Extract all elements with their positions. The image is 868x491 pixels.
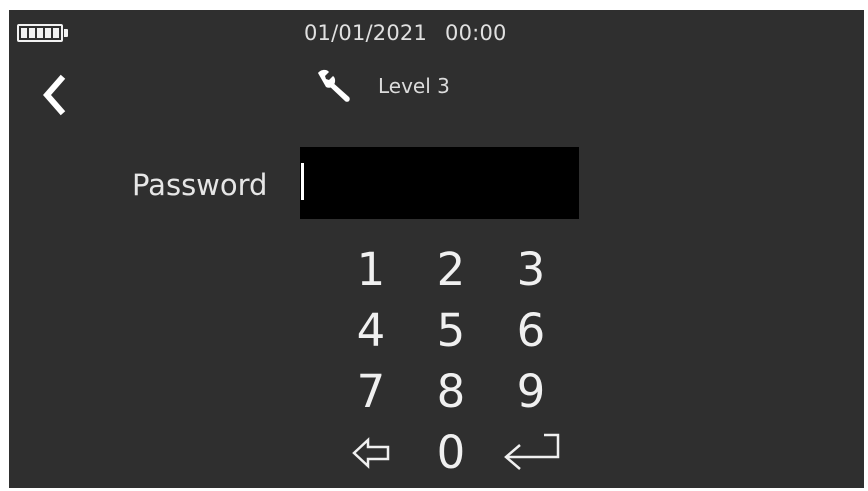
password-field[interactable] bbox=[300, 147, 579, 219]
password-label: Password bbox=[132, 168, 268, 202]
back-button[interactable] bbox=[39, 73, 69, 117]
enter-button[interactable] bbox=[491, 422, 571, 483]
date-time: 01/01/2021 00:00 bbox=[304, 21, 507, 45]
level-label: Level 3 bbox=[378, 74, 450, 98]
key-6[interactable]: 6 bbox=[491, 300, 571, 361]
key-9[interactable]: 9 bbox=[491, 361, 571, 422]
date-text: 01/01/2021 bbox=[304, 21, 428, 45]
key-5[interactable]: 5 bbox=[411, 300, 491, 361]
key-2[interactable]: 2 bbox=[411, 239, 491, 300]
key-7[interactable]: 7 bbox=[331, 361, 411, 422]
screen: 01/01/2021 00:00 Level 3 Password 1 2 3 4… bbox=[9, 10, 864, 488]
backspace-button[interactable] bbox=[331, 422, 411, 483]
chevron-left-icon bbox=[43, 74, 66, 116]
wrench-icon bbox=[318, 69, 350, 102]
time-text: 00:00 bbox=[445, 21, 507, 45]
key-4[interactable]: 4 bbox=[331, 300, 411, 361]
access-level: Level 3 bbox=[314, 68, 450, 104]
key-1[interactable]: 1 bbox=[331, 239, 411, 300]
backspace-arrow-icon bbox=[352, 436, 390, 469]
enter-return-icon bbox=[504, 433, 560, 470]
key-0[interactable]: 0 bbox=[411, 422, 491, 483]
numeric-keypad: 1 2 3 4 5 6 7 8 9 0 bbox=[331, 239, 571, 483]
text-caret bbox=[301, 163, 304, 200]
key-8[interactable]: 8 bbox=[411, 361, 491, 422]
key-3[interactable]: 3 bbox=[491, 239, 571, 300]
battery-full-icon bbox=[17, 23, 69, 43]
